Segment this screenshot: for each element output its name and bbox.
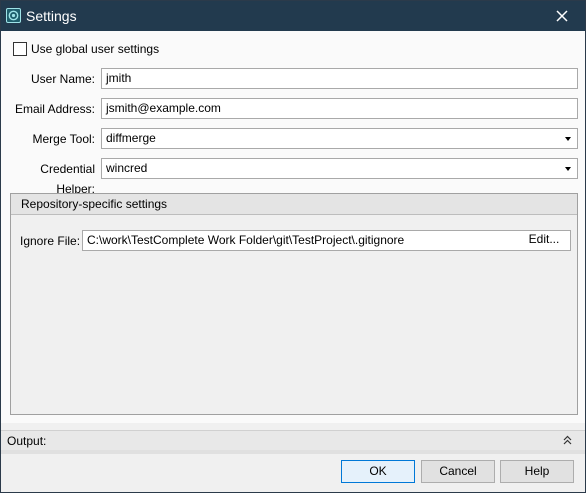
- chevron-down-icon[interactable]: [565, 137, 571, 141]
- app-logo-icon: [6, 8, 21, 23]
- repository-settings-header: Repository-specific settings: [11, 194, 577, 215]
- user-name-field[interactable]: jmith: [101, 68, 578, 89]
- ignore-file-field[interactable]: C:\work\TestComplete Work Folder\git\Tes…: [82, 230, 571, 251]
- merge-tool-value: diffmerge: [106, 131, 156, 145]
- ignore-file-label: Ignore File:: [20, 234, 81, 248]
- global-settings-label[interactable]: Use global user settings: [31, 42, 159, 56]
- merge-tool-label: Merge Tool:: [32, 132, 95, 146]
- settings-dialog: Settings Use global user settings User N…: [0, 0, 586, 493]
- credential-helper-select[interactable]: wincred: [101, 158, 578, 179]
- close-icon: [556, 10, 568, 22]
- ignore-file-path: C:\work\TestComplete Work Folder\git\Tes…: [87, 233, 405, 247]
- chevron-down-icon[interactable]: [565, 167, 571, 171]
- global-settings-checkbox[interactable]: [13, 42, 27, 56]
- email-label: Email Address:: [14, 102, 95, 116]
- merge-tool-select[interactable]: diffmerge: [101, 128, 578, 149]
- title-bar: Settings: [1, 1, 585, 31]
- repository-settings-group: Repository-specific settings Ignore File…: [10, 193, 578, 415]
- output-bar[interactable]: Output:: [1, 430, 585, 450]
- output-label: Output:: [7, 434, 47, 448]
- ok-button[interactable]: OK: [341, 460, 415, 483]
- help-button[interactable]: Help: [500, 460, 574, 483]
- dialog-footer: OK Cancel Help: [1, 454, 585, 492]
- cancel-button[interactable]: Cancel: [421, 460, 495, 483]
- window-title: Settings: [26, 8, 77, 24]
- global-settings-row: Use global user settings: [13, 41, 159, 57]
- credential-helper-value: wincred: [106, 161, 148, 175]
- settings-content: Use global user settings User Name: jmit…: [1, 31, 585, 423]
- close-button[interactable]: [539, 1, 585, 31]
- double-chevron-up-icon[interactable]: [563, 435, 572, 445]
- edit-button[interactable]: Edit...: [521, 232, 567, 249]
- user-name-label: User Name:: [30, 72, 95, 86]
- email-field[interactable]: jsmith@example.com: [101, 98, 578, 119]
